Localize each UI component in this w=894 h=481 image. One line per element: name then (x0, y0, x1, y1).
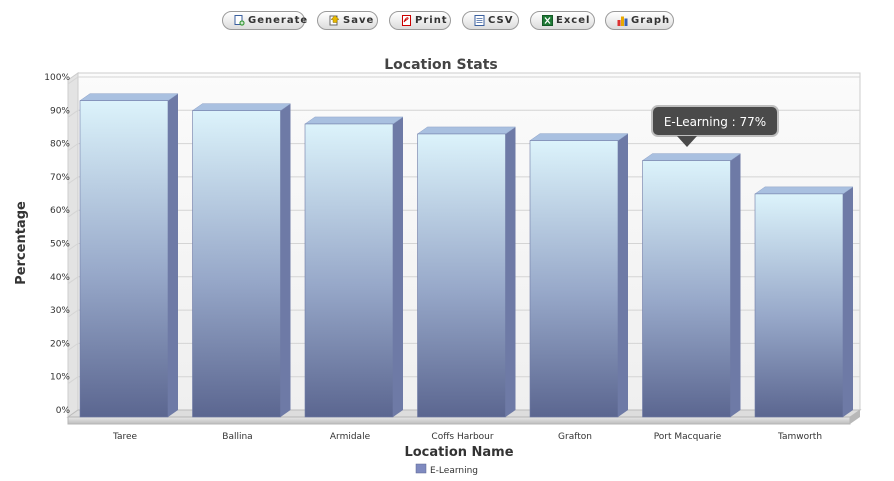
x-tick-label: Armidale (330, 432, 371, 442)
bar-side (393, 116, 403, 418)
x-tick-label: Tamworth (777, 432, 822, 442)
y-tick-label: 60% (50, 206, 70, 216)
bar (754, 193, 844, 418)
bar (417, 133, 506, 418)
bar-side (618, 133, 628, 418)
bar (529, 140, 619, 418)
y-tick-label: 20% (50, 339, 70, 349)
bar-side (843, 186, 853, 417)
x-tick-label: Ballina (222, 432, 252, 442)
plot-floor-front (67, 416, 851, 425)
bar (79, 100, 169, 418)
tooltip-text: E-Learning : 77% (664, 115, 766, 129)
y-tick-label: 90% (50, 106, 70, 116)
bar-top (641, 153, 742, 161)
bar (642, 160, 731, 418)
bar (304, 123, 394, 418)
legend: E-Learning (415, 463, 478, 476)
bar (192, 110, 281, 418)
y-tick-label: 30% (50, 306, 70, 316)
bar-top (79, 93, 179, 101)
x-axis-label: Location Name (404, 445, 513, 460)
x-tick-label: Grafton (558, 432, 592, 442)
bar-top (416, 126, 517, 135)
y-tick-label: 80% (50, 140, 70, 150)
x-tick-label: Port Macquarie (654, 432, 722, 442)
bar-side (505, 126, 516, 417)
bar-top (304, 116, 404, 125)
y-tick-label: 0% (56, 406, 71, 416)
bar-top (754, 186, 854, 195)
y-tick-label: 70% (50, 173, 70, 183)
y-tick-label: 10% (50, 373, 70, 383)
bar-top (529, 133, 629, 141)
bar-side (280, 103, 291, 417)
legend-label: E-Learning (430, 466, 478, 476)
x-tick-label: Taree (112, 432, 138, 442)
y-tick-label: 40% (50, 273, 70, 283)
bar-side (168, 93, 178, 418)
location-stats-chart: Location Stats 0% 10% 20% 30% 40% 50% 60% 70% 80… (14, 57, 862, 476)
x-tick-label: Coffs Harbour (431, 432, 493, 442)
y-tick-label: 50% (50, 240, 70, 250)
chart-title: Location Stats (384, 57, 497, 73)
y-axis-label: Percentage (14, 201, 29, 285)
y-tick-label: 100% (44, 73, 70, 83)
bar-top (191, 103, 292, 111)
bar-side (730, 153, 741, 417)
legend-swatch (415, 463, 427, 474)
